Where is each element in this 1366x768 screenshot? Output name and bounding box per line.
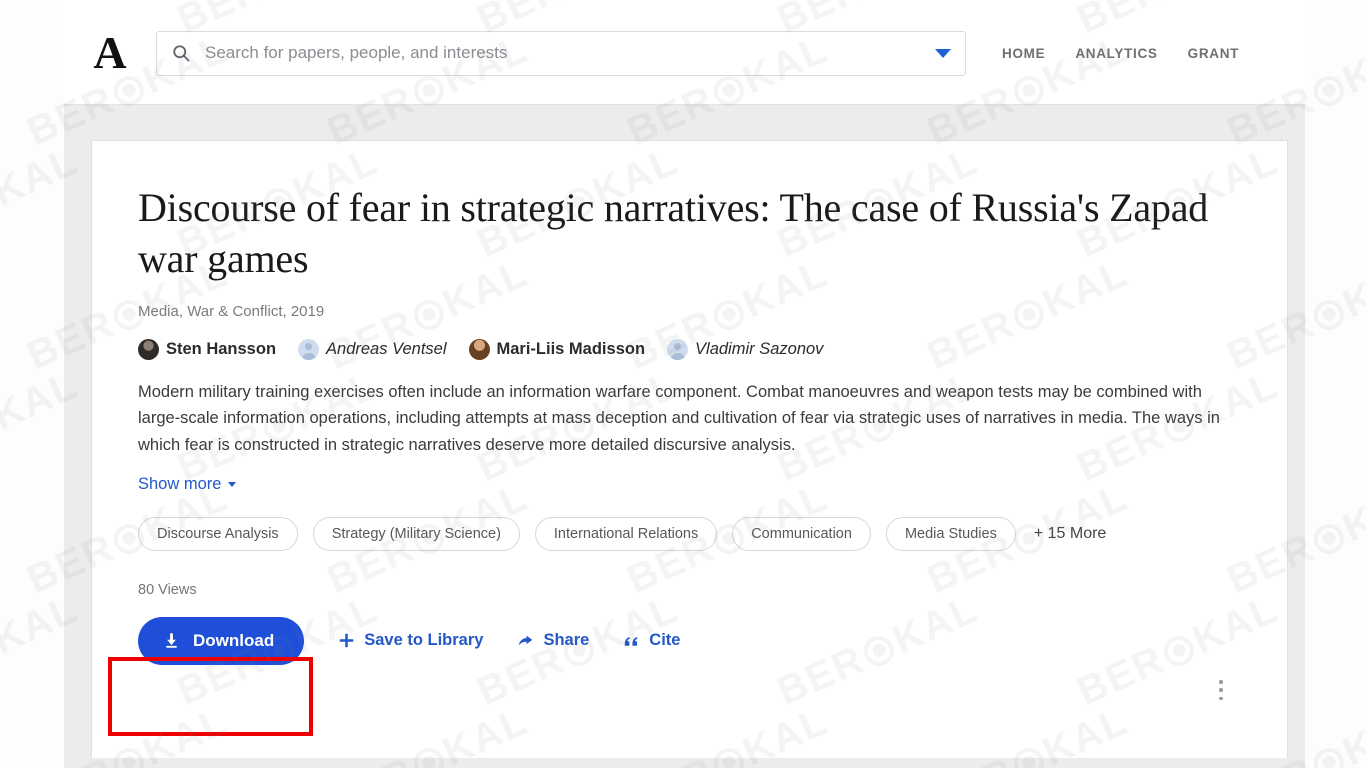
tag-pill[interactable]: International Relations: [534, 516, 718, 551]
author-name[interactable]: Sten Hansson: [166, 340, 276, 359]
download-label: Download: [193, 630, 275, 650]
author-name[interactable]: Mari-Liis Madisson: [497, 340, 646, 359]
paper-title: Discourse of fear in strategic narrative…: [138, 185, 1209, 281]
share-button[interactable]: Share: [517, 631, 589, 650]
avatar: [468, 338, 490, 360]
more-options-button[interactable]: [1212, 678, 1230, 702]
plus-icon: [339, 633, 354, 648]
paper-venue: Media, War & Conflict, 2019: [138, 302, 325, 320]
paper-card: Discourse of fear in strategic narrative…: [91, 140, 1288, 758]
paper-abstract: Modern military training exercises often…: [138, 382, 1220, 455]
authors-list: Sten Hansson Andreas Ventsel Mari-Liis M…: [138, 338, 1241, 360]
kebab-dot: [1219, 680, 1223, 684]
download-button[interactable]: Download: [138, 616, 305, 665]
kebab-dot: [1219, 688, 1223, 692]
avatar: [298, 338, 320, 360]
search-input[interactable]: [205, 43, 927, 63]
author-name[interactable]: Vladimir Sazonov: [695, 340, 823, 359]
avatar: [667, 338, 689, 360]
save-to-library-button[interactable]: Save to Library: [338, 631, 483, 650]
cite-button[interactable]: Cite: [623, 631, 680, 650]
research-interest-tags: Discourse Analysis Strategy (Military Sc…: [138, 516, 1241, 551]
tag-pill[interactable]: Discourse Analysis: [138, 516, 298, 551]
nav-link-grant[interactable]: GRANT: [1188, 46, 1240, 61]
chevron-down-icon: [228, 481, 237, 487]
academia-logo[interactable]: A: [87, 30, 133, 76]
search-icon: [173, 45, 190, 62]
author-name[interactable]: Andreas Ventsel: [326, 340, 446, 359]
share-label: Share: [543, 631, 590, 650]
avatar: [138, 338, 159, 360]
tag-pill[interactable]: Communication: [732, 516, 871, 551]
show-more-label: Show more: [138, 474, 222, 493]
views-count: 80 Views: [138, 581, 197, 598]
author-item[interactable]: Mari-Liis Madisson: [468, 338, 646, 360]
site-header: A HOME ANALYTICS GRANT: [64, 2, 1305, 105]
author-item[interactable]: Sten Hansson: [138, 338, 276, 360]
author-item[interactable]: Andreas Ventsel: [298, 338, 447, 360]
primary-nav: HOME ANALYTICS GRANT: [1002, 46, 1239, 61]
quote-icon: [625, 637, 638, 646]
paper-actions: Download Save to Library Share Cite: [138, 616, 1241, 665]
author-item[interactable]: Vladimir Sazonov: [667, 338, 823, 360]
caret-down-icon[interactable]: [935, 48, 951, 58]
download-icon: [166, 633, 177, 648]
tags-more-link[interactable]: + 15 More: [1034, 525, 1106, 543]
tag-pill[interactable]: Media Studies: [885, 516, 1016, 551]
share-arrow-icon: [519, 635, 533, 646]
cite-label: Cite: [649, 631, 681, 650]
nav-link-analytics[interactable]: ANALYTICS: [1075, 46, 1157, 61]
tag-pill[interactable]: Strategy (Military Science): [312, 516, 520, 551]
kebab-dot: [1219, 696, 1223, 700]
show-more-link[interactable]: Show more: [138, 474, 237, 494]
nav-link-home[interactable]: HOME: [1002, 46, 1045, 61]
save-to-library-label: Save to Library: [364, 631, 484, 650]
search-bar[interactable]: [156, 30, 966, 76]
